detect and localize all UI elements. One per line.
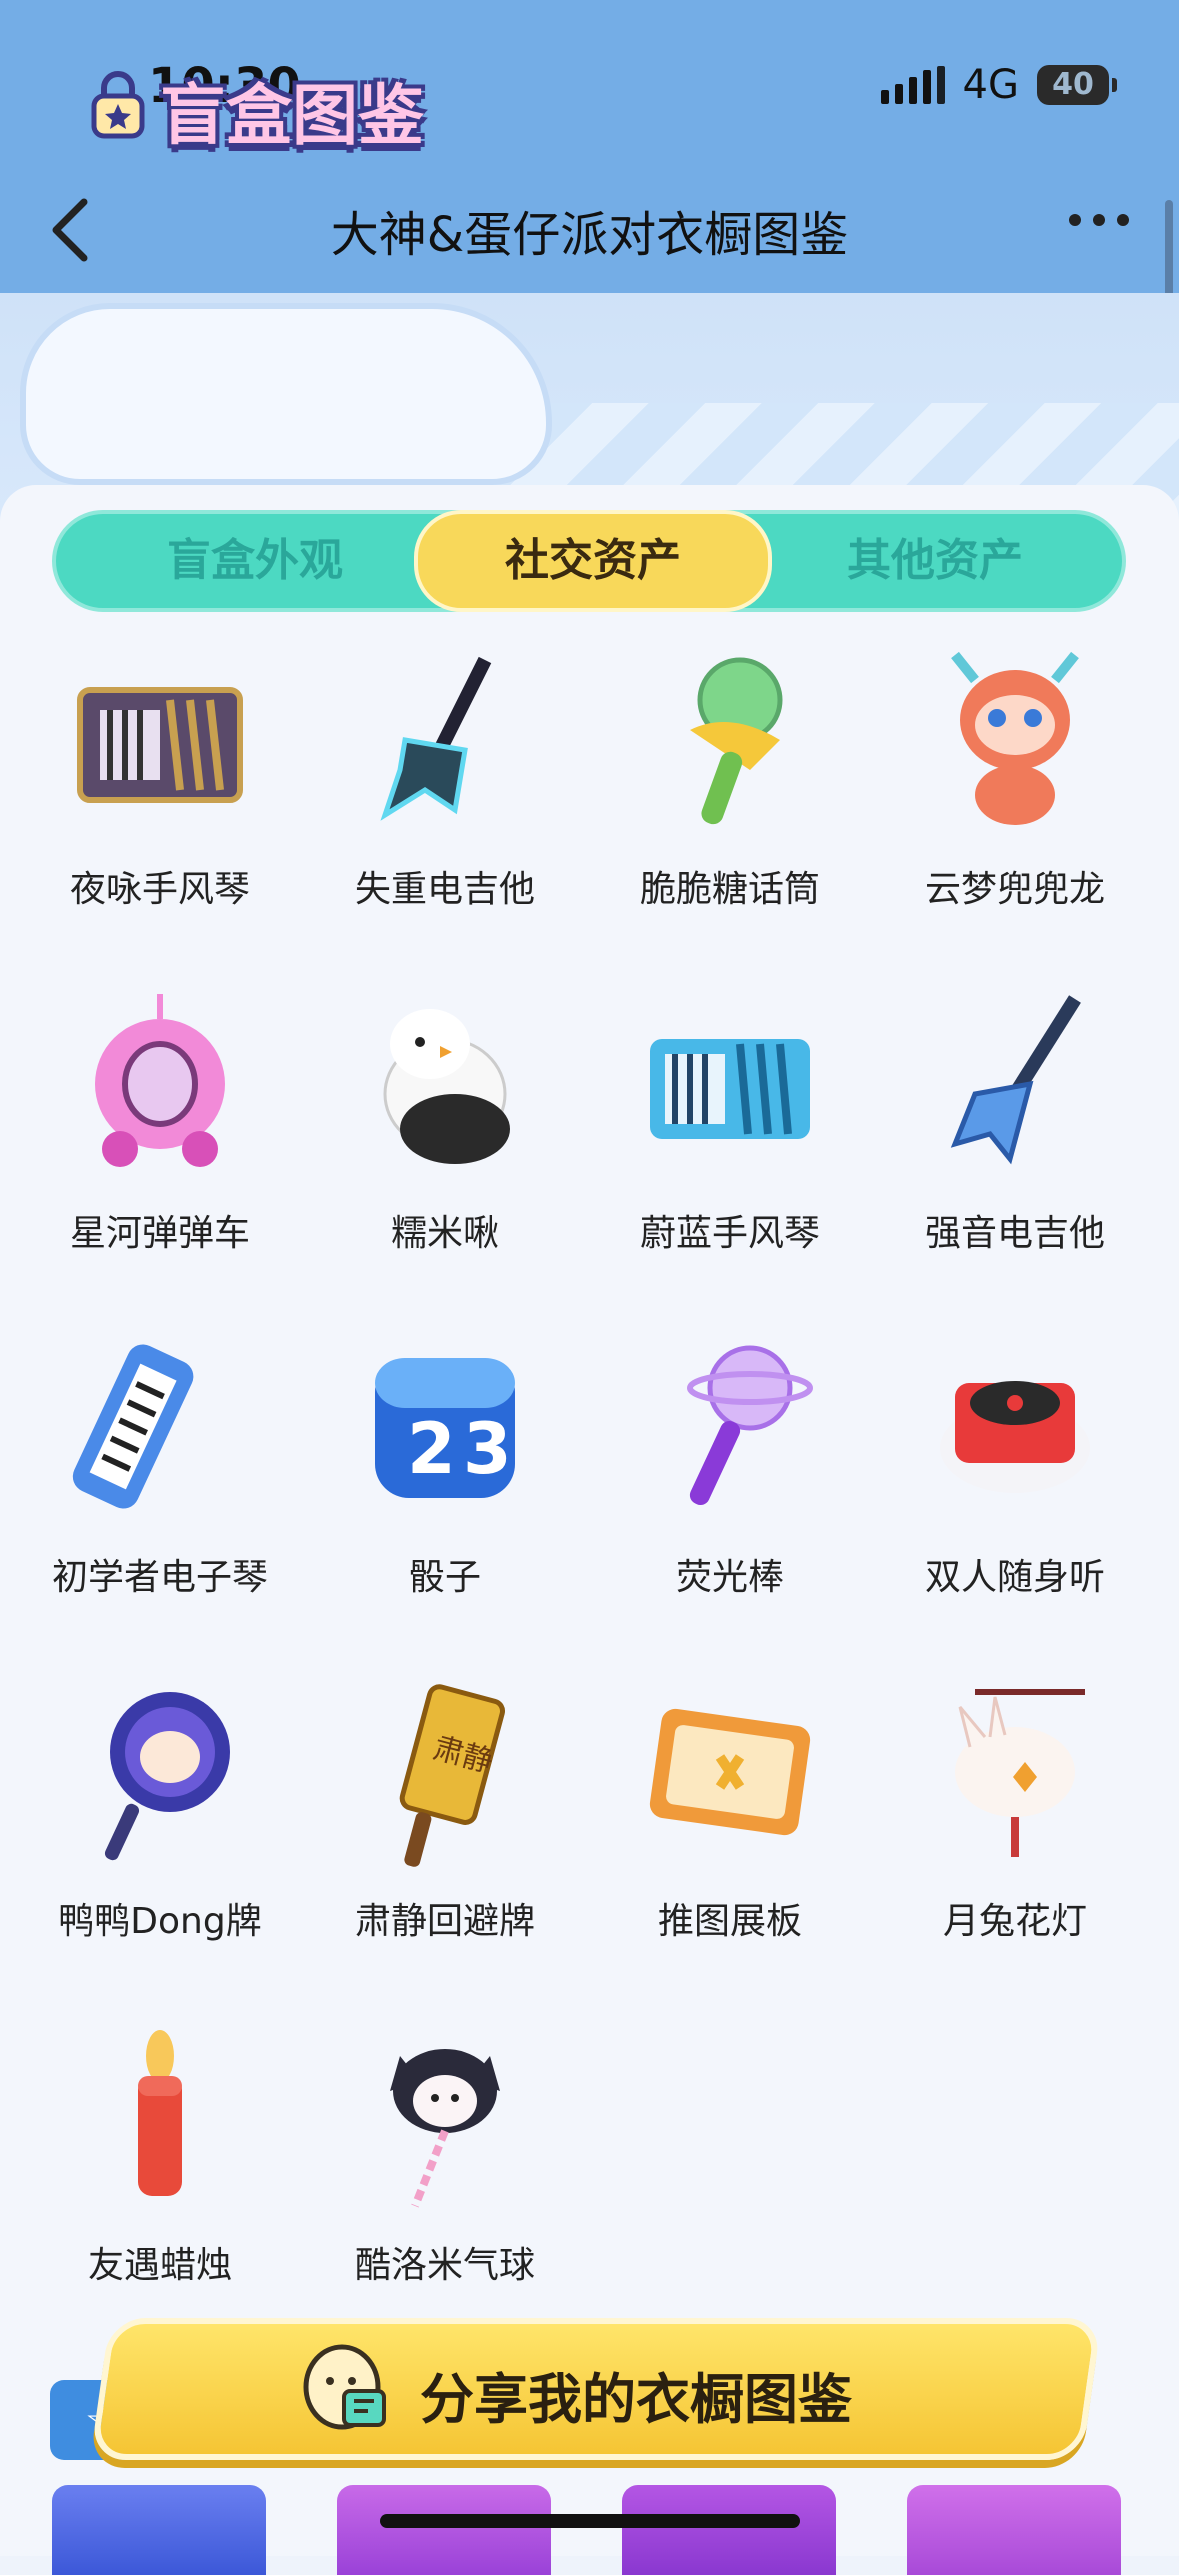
candle-icon — [138, 2030, 182, 2196]
record-player-icon — [940, 1381, 1090, 1493]
asset-item-name: 友遇蜡烛 — [87, 2245, 232, 2286]
asset-item-name: 酷洛米气球 — [354, 2245, 535, 2286]
silence-sign-icon: 肃静 — [399, 1684, 506, 1867]
candy-microphone-icon — [690, 657, 783, 825]
thumbnail-card[interactable] — [337, 2485, 551, 2575]
tab-bar: 盲盒外观 社交资产 其他资产 — [52, 510, 1126, 612]
asset-item[interactable]: 星河弹弹车 — [20, 984, 300, 1284]
network-type: 4G — [962, 62, 1019, 108]
asset-item[interactable]: 肃静肃静回避牌 — [305, 1672, 585, 1972]
asset-item-name: 荧光棒 — [675, 1557, 784, 1598]
asset-item-name: 云梦兜兜龙 — [924, 869, 1105, 910]
asset-item[interactable]: 云梦兜兜龙 — [875, 640, 1155, 940]
page-title: 大神&蛋仔派对衣橱图鉴 — [330, 207, 849, 263]
asset-item[interactable]: 酷洛米气球 — [305, 2016, 585, 2316]
asset-item-name: 强音电吉他 — [924, 1213, 1105, 1254]
egg-mascot-icon — [303, 2344, 386, 2430]
asset-item[interactable]: 双人随身听 — [875, 1328, 1155, 1628]
thumbnail-card[interactable] — [52, 2485, 266, 2575]
more-button[interactable] — [1069, 214, 1129, 226]
duck-sign-icon — [104, 1692, 230, 1861]
asset-item-name: 脆脆糖话筒 — [639, 869, 820, 910]
share-button-label: 分享我的衣橱图鉴 — [420, 2368, 852, 2431]
keyboard-icon — [72, 1344, 194, 1509]
asset-item[interactable]: 失重电吉他 — [305, 640, 585, 940]
thumbnail-card[interactable] — [622, 2485, 836, 2575]
asset-item[interactable]: 强音电吉他 — [875, 984, 1155, 1284]
pink-car-icon — [95, 994, 225, 1167]
accordion-dark-icon — [77, 687, 243, 803]
kuromi-balloon-icon — [390, 2049, 500, 2208]
asset-item-name: 糯米啾 — [390, 1213, 499, 1254]
accordion-blue-icon — [650, 1039, 810, 1139]
asset-item[interactable]: 鸭鸭Dong牌 — [20, 1672, 300, 1972]
glowstick-icon — [687, 1345, 813, 1506]
asset-item-name: 推图展板 — [657, 1901, 802, 1942]
asset-item-name: 初学者电子琴 — [51, 1557, 268, 1598]
dragon-icon — [951, 651, 1079, 825]
penguin-bird-icon — [383, 1009, 510, 1164]
asset-item[interactable]: 蔚蓝手风琴 — [590, 984, 870, 1284]
lock-icon — [91, 71, 145, 139]
electric-guitar-blue-icon — [950, 995, 1081, 1165]
asset-item-name: 星河弹弹车 — [69, 1213, 250, 1254]
banner-title: 盲盒图鉴 — [160, 77, 424, 154]
battery-icon: 40 — [1037, 65, 1117, 105]
status-indicators: 4G 40 — [880, 62, 1117, 108]
asset-item[interactable]: 推图展板 — [590, 1672, 870, 1972]
asset-item-name: 蔚蓝手风琴 — [639, 1213, 820, 1254]
more-dot-icon — [1117, 214, 1129, 226]
asset-item[interactable]: 2 3 骰子 — [305, 1328, 585, 1628]
asset-item[interactable]: 糯米啾 — [305, 984, 585, 1284]
svg-text:3: 3 — [463, 1408, 512, 1490]
asset-item-name: 肃静回避牌 — [354, 1901, 535, 1942]
svg-text:2: 2 — [407, 1408, 456, 1490]
tab-blindbox-appearance[interactable]: 盲盒外观 — [76, 514, 434, 608]
dice-icon: 23 — [375, 1358, 515, 1498]
tab-other-assets[interactable]: 其他资产 — [756, 514, 1114, 608]
home-indicator — [380, 2514, 800, 2528]
asset-item[interactable]: 荧光棒 — [590, 1328, 870, 1628]
more-dot-icon — [1093, 214, 1105, 226]
tab-social-assets[interactable]: 社交资产 — [414, 510, 772, 612]
electric-guitar-dark-icon — [380, 656, 492, 821]
signal-icon — [880, 66, 945, 104]
display-board-icon — [649, 1708, 811, 1836]
asset-item-name: 骰子 — [408, 1557, 481, 1598]
asset-item[interactable]: 月兔花灯 — [875, 1672, 1155, 1972]
thumbnail-card[interactable] — [907, 2485, 1121, 2575]
asset-item[interactable]: 脆脆糖话筒 — [590, 640, 870, 940]
asset-item[interactable]: 初学者电子琴 — [20, 1328, 300, 1628]
more-dot-icon — [1069, 214, 1081, 226]
asset-item-name: 失重电吉他 — [354, 869, 535, 910]
rabbit-lantern-icon — [955, 1689, 1085, 1857]
asset-item-name: 夜咏手风琴 — [69, 869, 250, 910]
banner-cloud — [20, 303, 552, 485]
asset-item[interactable]: 友遇蜡烛 — [20, 2016, 300, 2316]
asset-item[interactable]: 夜咏手风琴 — [20, 640, 300, 940]
asset-item-name: 鸭鸭Dong牌 — [58, 1901, 262, 1942]
asset-item-name: 双人随身听 — [924, 1557, 1105, 1598]
asset-item-name: 月兔花灯 — [942, 1901, 1087, 1942]
